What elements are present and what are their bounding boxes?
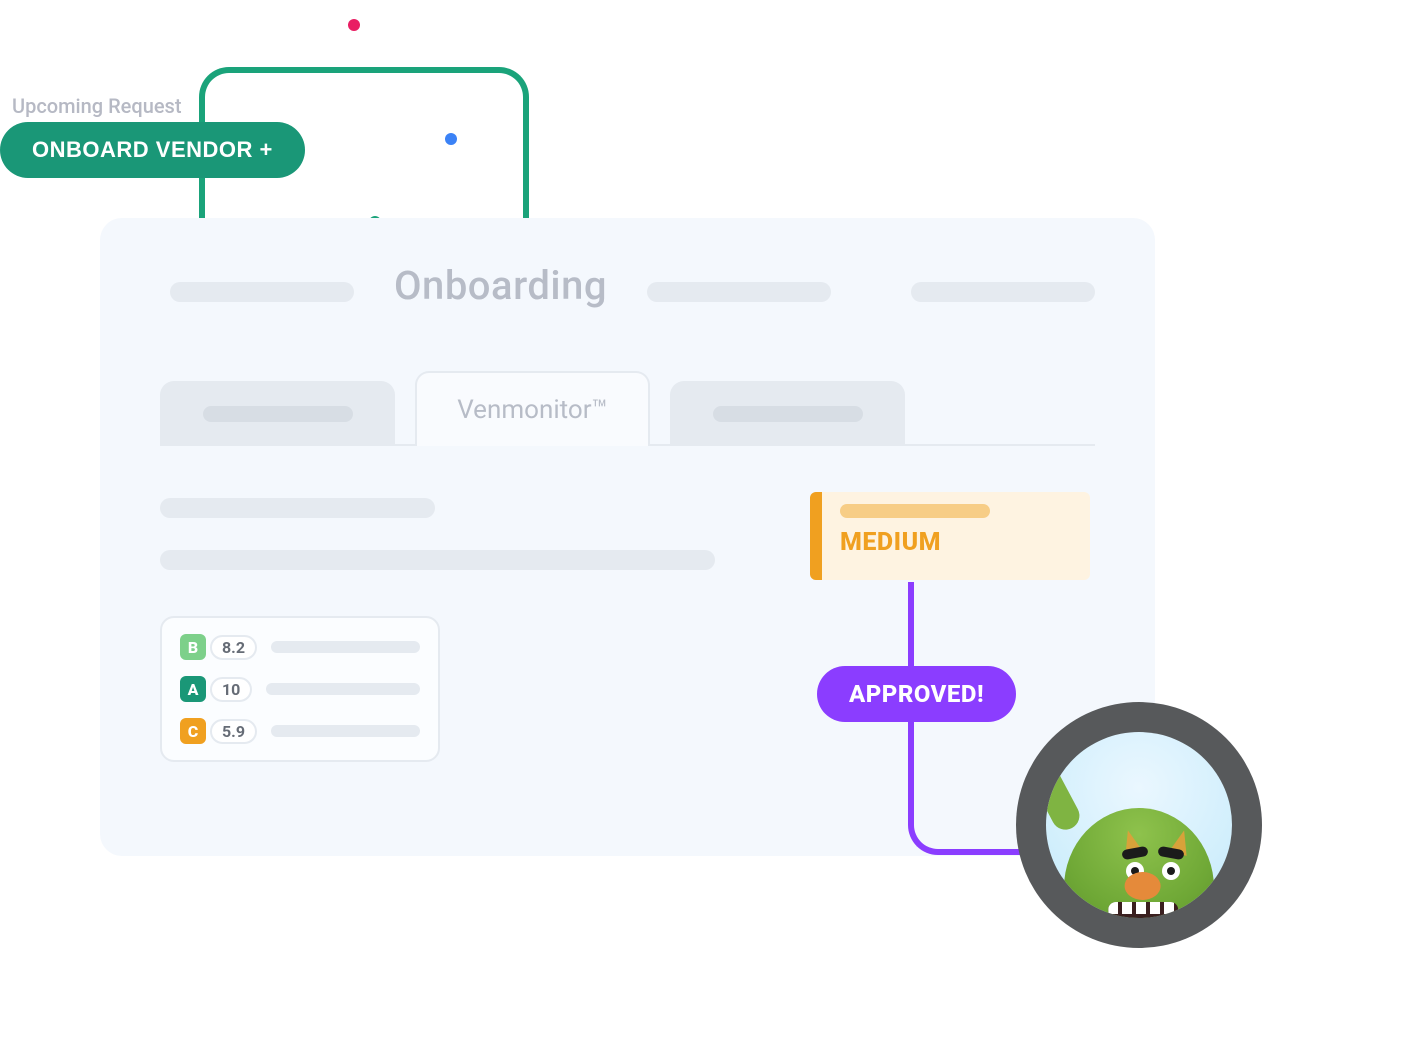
score-row: A 10 bbox=[180, 676, 420, 702]
tab-label: Venmonitor™ bbox=[457, 395, 608, 425]
tab-placeholder-bar bbox=[203, 406, 353, 422]
risk-placeholder-line bbox=[840, 504, 990, 518]
score-value: 10 bbox=[210, 677, 252, 702]
tabs: Venmonitor™ bbox=[160, 371, 1095, 446]
risk-accent-bar bbox=[810, 492, 822, 580]
score-row: C 5.9 bbox=[180, 718, 420, 744]
score-placeholder-bar bbox=[266, 683, 420, 695]
decor-dot bbox=[348, 19, 360, 31]
monster-mouth bbox=[1108, 902, 1178, 918]
tab-venmonitor[interactable]: Venmonitor™ bbox=[415, 371, 650, 446]
score-panel: B 8.2 A 10 C 5.9 bbox=[160, 616, 440, 762]
monster-eye bbox=[1162, 862, 1180, 880]
header-placeholder-bar bbox=[911, 282, 1095, 302]
header-placeholder-bar bbox=[647, 282, 831, 302]
monster-icon bbox=[1064, 808, 1214, 918]
grade-badge: A bbox=[180, 676, 206, 702]
score-value: 5.9 bbox=[210, 719, 257, 744]
score-row: B 8.2 bbox=[180, 634, 420, 660]
grade-badge: B bbox=[180, 634, 206, 660]
grade-badge: C bbox=[180, 718, 206, 744]
decor-dot bbox=[445, 133, 457, 145]
score-placeholder-bar bbox=[271, 725, 420, 737]
upcoming-request-label: Upcoming Request bbox=[12, 94, 181, 118]
avatar bbox=[1046, 732, 1232, 918]
card-header: Onboarding bbox=[170, 262, 1095, 309]
tab-placeholder-2[interactable] bbox=[670, 381, 905, 446]
onboard-vendor-button[interactable]: ONBOARD VENDOR + bbox=[0, 122, 305, 178]
monster-nose bbox=[1125, 872, 1161, 900]
card-title: Onboarding bbox=[394, 262, 607, 309]
tab-placeholder-bar bbox=[713, 406, 863, 422]
content-placeholder-line bbox=[160, 550, 715, 570]
monster-arm bbox=[1046, 758, 1084, 835]
risk-level-label: MEDIUM bbox=[840, 528, 1072, 557]
score-value: 8.2 bbox=[210, 635, 257, 660]
approved-badge: APPROVED! bbox=[817, 666, 1016, 722]
content-placeholder-line bbox=[160, 498, 435, 518]
risk-badge: MEDIUM bbox=[810, 492, 1090, 580]
header-placeholder-bar bbox=[170, 282, 354, 302]
avatar-ring bbox=[1016, 702, 1262, 948]
tab-placeholder-1[interactable] bbox=[160, 381, 395, 446]
score-placeholder-bar bbox=[271, 641, 420, 653]
